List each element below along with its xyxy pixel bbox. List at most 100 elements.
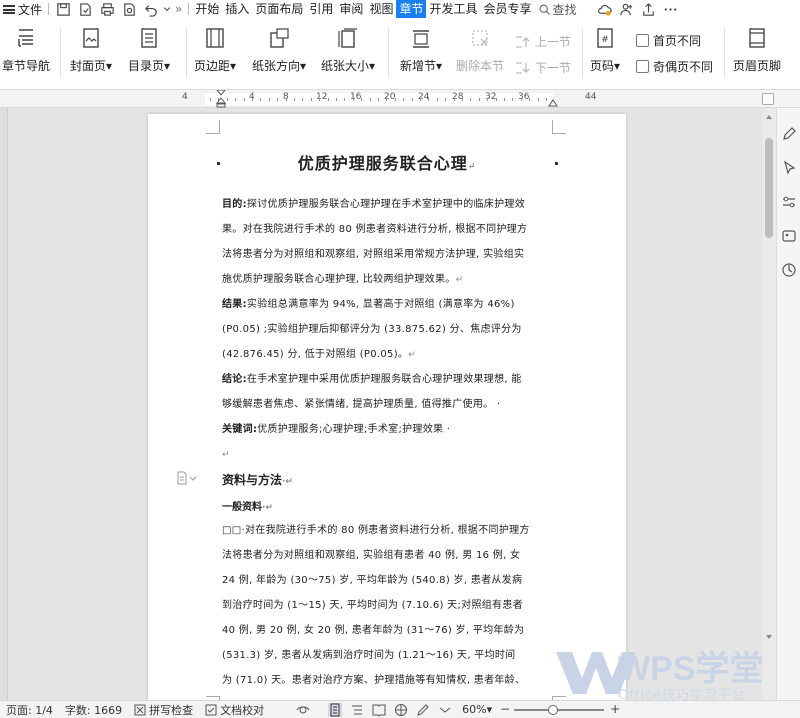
collaborate-icon[interactable] xyxy=(616,0,638,18)
tab-1[interactable]: 插入 xyxy=(222,0,252,18)
section-nav-button[interactable]: 章节导航 xyxy=(2,26,50,74)
zoom-level[interactable]: 60% ▾ xyxy=(456,701,498,718)
next-section-label: 下一节 xyxy=(535,61,572,75)
zoom-menu-icon[interactable] xyxy=(438,703,452,717)
zoom-out-icon[interactable]: − xyxy=(500,702,510,716)
outline-view-icon[interactable] xyxy=(350,703,364,717)
save-icon[interactable] xyxy=(52,0,74,18)
write-mode-icon[interactable] xyxy=(416,703,430,717)
separator xyxy=(724,28,725,78)
cover-page-button[interactable]: 封面页▾ xyxy=(70,26,112,74)
print-preview-icon[interactable] xyxy=(118,0,140,18)
tab-8[interactable]: 会员专享 xyxy=(480,0,534,18)
scrollbar-thumb[interactable] xyxy=(765,138,773,238)
page-view-icon[interactable] xyxy=(328,702,343,717)
web-view-icon[interactable] xyxy=(372,703,386,717)
next-section-button[interactable]: 下一节 xyxy=(514,59,571,76)
ruler-tick xyxy=(327,98,329,101)
first-line-indent-marker[interactable] xyxy=(215,89,227,108)
tab-4[interactable]: 审阅 xyxy=(336,0,366,18)
select-cursor-icon[interactable] xyxy=(781,160,797,176)
edit-pen-icon[interactable] xyxy=(781,126,797,142)
conclusion-line: 够缓解患者焦虑、紧张情绪, 提高护理质量, 值得推广使用。 · xyxy=(222,399,501,410)
search-command[interactable]: 查找 xyxy=(535,0,580,18)
zoom-slider[interactable]: − + xyxy=(498,701,648,718)
general-data-paragraph: □□·对在我院进行手术的 80 例患者资料进行分析, 根据不同护理方 法将患者分… xyxy=(222,518,554,693)
search-label: 查找 xyxy=(552,2,577,17)
paper-size-button[interactable]: 纸张大小▾ xyxy=(321,26,375,74)
section-heading: 资料与方法·↵ xyxy=(222,473,293,487)
page-indicator[interactable]: 页面: 1/4 xyxy=(0,701,59,718)
cover-page-icon xyxy=(79,26,103,50)
spell-check-toggle[interactable]: 拼写检查 xyxy=(128,701,199,718)
odd-even-different-label: 奇偶页不同 xyxy=(653,60,714,74)
checkbox-box xyxy=(636,60,649,73)
scroll-up-arrow[interactable] xyxy=(765,110,773,119)
ruler-tick xyxy=(235,98,237,101)
share-icon[interactable] xyxy=(638,0,660,18)
ruler-tick xyxy=(520,98,522,101)
more-options-icon[interactable] xyxy=(660,0,682,18)
doc-proof-button[interactable]: 文档校对 xyxy=(199,701,270,718)
file-menu-label: 文件 xyxy=(18,2,43,17)
tab-7[interactable]: 开发工具 xyxy=(426,0,480,18)
help-icon[interactable] xyxy=(781,262,797,278)
zoom-in-icon[interactable]: + xyxy=(610,702,620,716)
file-menu[interactable]: 文件 xyxy=(0,0,45,18)
undo-dropdown-icon[interactable] xyxy=(162,0,172,18)
section-nav-icon xyxy=(14,26,38,50)
word-count[interactable]: 字数: 1669 xyxy=(59,701,128,718)
section-nav-label: 章节导航 xyxy=(2,59,51,73)
image-tools-icon[interactable] xyxy=(781,228,797,244)
prev-section-button[interactable]: 上一节 xyxy=(514,33,571,50)
zoom-knob[interactable] xyxy=(548,704,559,715)
prev-section-icon xyxy=(516,35,530,48)
globe-view-icon[interactable] xyxy=(394,703,408,717)
first-page-different-checkbox[interactable]: 首页不同 xyxy=(636,32,701,49)
page-number-icon: # xyxy=(593,26,617,50)
adjust-sliders-icon[interactable] xyxy=(781,194,797,210)
ruler-tick xyxy=(453,98,455,101)
results-line: (P0.05) ;实验组护理后抑郁评分为 (33.875.62) 分、焦虑评分为 xyxy=(222,324,522,335)
undo-icon[interactable] xyxy=(140,0,162,18)
page-number-button[interactable]: # 页码▾ xyxy=(590,26,620,74)
cloud-sync-icon[interactable] xyxy=(594,0,616,18)
document-outline-icon[interactable] xyxy=(176,471,198,485)
right-indent-marker[interactable] xyxy=(548,90,558,108)
separator xyxy=(188,3,190,15)
new-section-button[interactable]: 新增节▾ xyxy=(400,26,442,74)
objective-label: 目的: xyxy=(222,199,247,210)
abstract-keywords: 关键词:优质护理服务;心理护理;手术室;护理效果 · xyxy=(222,417,554,442)
doc-proof-icon xyxy=(205,704,217,715)
tab-3[interactable]: 引用 xyxy=(306,0,336,18)
export-pdf-icon[interactable] xyxy=(74,0,96,18)
checkbox-box xyxy=(636,34,649,47)
ruler-tick xyxy=(210,98,211,101)
ruler-tick xyxy=(268,98,270,101)
ribbon-tabs: 开始 插入 页面布局 引用 审阅 视图 章节 开发工具 会员专享 xyxy=(192,0,534,18)
document-page[interactable]: 优质护理服务联合心理↵ 目的:探讨优质护理服务联合心理护理在手术室护理中的临床护… xyxy=(148,114,626,714)
tab-2[interactable]: 页面布局 xyxy=(252,0,306,18)
ruler-tick xyxy=(487,98,489,101)
tab-0[interactable]: 开始 xyxy=(192,0,222,18)
conclusion-label: 结论: xyxy=(222,374,247,385)
print-icon[interactable] xyxy=(96,0,118,18)
ruler-toggle-button[interactable] xyxy=(762,93,774,105)
reading-mode-icon[interactable] xyxy=(296,703,310,717)
tab-5[interactable]: 视图 xyxy=(366,0,396,18)
orientation-button[interactable]: 纸张方向▾ xyxy=(252,26,306,74)
vertical-scrollbar[interactable] xyxy=(762,108,776,700)
doc-proof-label: 文档校对 xyxy=(220,703,265,717)
objective-line: 果。对在我院进行手术的 80 例患者资料进行分析, 根据不同护理方 xyxy=(222,224,528,235)
tab-6[interactable]: 章节 xyxy=(396,0,427,18)
hamburger-icon xyxy=(3,4,15,14)
margins-button[interactable]: 页边距▾ xyxy=(194,26,236,74)
odd-even-different-checkbox[interactable]: 奇偶页不同 xyxy=(636,58,713,75)
delete-section-button[interactable]: 删除本节 xyxy=(456,26,504,74)
ruler-tick xyxy=(319,98,321,101)
ruler-tick xyxy=(512,98,514,101)
header-footer-button[interactable]: 页眉页脚 xyxy=(733,26,781,74)
toc-page-button[interactable]: 目录页▾ xyxy=(128,26,170,74)
more-commands[interactable]: » xyxy=(172,0,185,18)
scroll-down-arrow[interactable] xyxy=(765,630,773,639)
